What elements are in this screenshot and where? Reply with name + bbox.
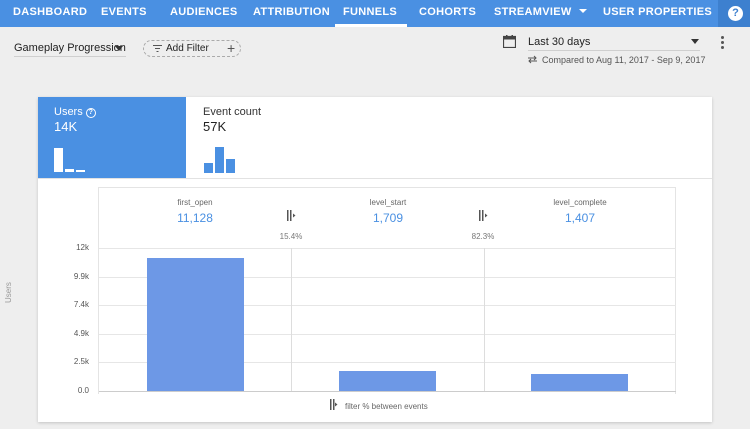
conversion-filter-icon[interactable] [479,210,488,221]
y-axis-tick-label: 7.4k [73,300,89,310]
filter-icon [153,45,162,52]
mini-bar-chart-bar [76,170,85,172]
add-filter-button[interactable]: Add Filter + [143,40,241,57]
tab-dashboard[interactable]: DASHBOARD [13,0,87,27]
mini-bar-chart-bar [215,147,224,173]
mini-bar-chart-bar [226,159,235,173]
mini-bar-chart-bar [54,148,63,172]
conversion-filter-icon[interactable] [287,210,296,221]
metric-event-count-value: 57K [203,119,227,134]
conversion-percent: 82.3% [471,232,495,241]
help-button[interactable]: ? [718,0,750,27]
y-axis-tick-label: 9.9k [73,271,89,281]
tab-streamview[interactable]: STREAMVIEW [494,0,587,27]
y-axis-title: Users [4,282,13,303]
gridline [99,248,676,249]
date-dropdown-arrow-icon[interactable] [691,39,699,44]
funnel-selector-underline [14,56,126,57]
metric-users-value: 14K [54,119,78,134]
step-column-separator [291,248,293,391]
funnel-bar-first_open[interactable] [146,258,244,391]
conversion-percent: 15.4% [279,232,303,241]
metric-event-count-label: Event count [203,106,262,118]
step-value: 11,128 [177,211,213,225]
step-label: level_complete [553,198,607,207]
tab-streamview-label: STREAMVIEW [494,6,572,18]
funnel-selector[interactable]: Gameplay Progression [14,42,126,54]
legend-text: filter % between events [345,402,428,411]
date-range-underline [528,50,700,51]
more-options-icon[interactable] [721,36,724,49]
y-axis-tick-label: 4.9k [73,328,89,338]
funnel-bar-level_complete[interactable] [531,374,629,391]
tab-events[interactable]: EVENTS [101,0,147,27]
add-filter-label: Add Filter [166,43,209,54]
comparison-date-text: Compared to Aug 11, 2017 - Sep 9, 2017 [542,55,706,65]
mini-bar-chart-bar [204,163,213,173]
x-axis-baseline [99,391,676,392]
metric-users-tab[interactable]: Users? 14K [38,97,186,178]
metric-users-label: Users [54,106,83,118]
mini-bar-chart-bar [65,169,74,172]
step-label: first_open [177,198,213,207]
info-icon[interactable]: ? [85,108,96,118]
step-column-separator [483,248,485,391]
card-divider [38,178,712,179]
y-axis-tick-label: 0.0 [77,386,89,395]
step-value: 1,407 [564,211,596,225]
tab-funnels[interactable]: FUNNELS [334,0,408,27]
date-range-selector[interactable]: Last 30 days [528,36,590,48]
plus-icon: + [227,40,236,56]
funnel-bar-level_start[interactable] [339,370,436,391]
step-value: 1,709 [372,211,404,225]
calendar-icon[interactable] [503,35,516,48]
top-navigation: DASHBOARD EVENTS AUDIENCES ATTRIBUTION F… [0,0,750,27]
filter-between-events-icon [330,399,338,410]
y-axis-tick-label: 2.5k [73,357,89,367]
dropdown-arrow-icon [115,46,123,51]
funnel-name: Gameplay Progression [14,42,126,54]
compare-arrows-icon [528,55,537,64]
tab-attribution[interactable]: ATTRIBUTION [253,0,330,27]
help-icon: ? [728,6,743,21]
tab-cohorts[interactable]: COHORTS [419,0,476,27]
y-axis-tick-label: 12k [76,243,89,252]
tab-audiences[interactable]: AUDIENCES [170,0,238,27]
tab-user-properties[interactable]: USER PROPERTIES [603,0,712,27]
step-label: level_start [369,198,407,207]
chevron-down-icon [578,9,587,13]
